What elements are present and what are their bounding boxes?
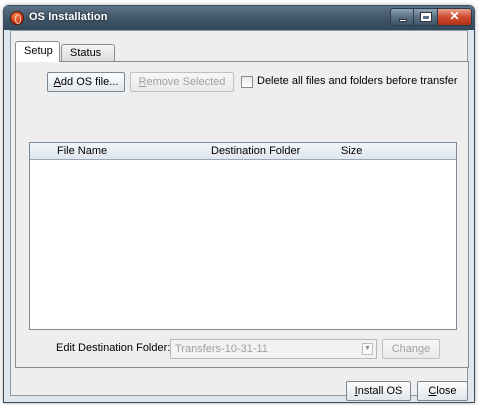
- maximize-icon: [420, 12, 432, 22]
- window-title: OS Installation: [29, 11, 108, 23]
- table-header: File Name Destination Folder Size: [30, 143, 456, 160]
- close-button[interactable]: Close: [417, 381, 468, 401]
- delete-all-checkbox-label: Delete all files and folders before tran…: [257, 75, 458, 87]
- add-os-file-mnemonic: A: [53, 76, 61, 88]
- remove-selected-label: emove Selected: [146, 76, 226, 88]
- destination-folder-combobox[interactable]: Transfers-10-31-11 ▼: [170, 339, 377, 359]
- tab-status-label: Status: [70, 47, 102, 59]
- destination-folder-value: Transfers-10-31-11: [175, 343, 268, 355]
- add-os-file-button[interactable]: Add OS file...: [47, 72, 125, 92]
- chevron-down-icon[interactable]: ▼: [362, 343, 373, 355]
- close-label: lose: [436, 385, 457, 397]
- column-header-size[interactable]: Size: [341, 145, 362, 157]
- column-header-file-name[interactable]: File Name: [57, 145, 107, 157]
- setup-panel: Add OS file... Remove Selected Delete al…: [15, 61, 469, 368]
- install-os-label: nstall OS: [357, 385, 403, 397]
- minimize-icon: [399, 19, 407, 22]
- change-button-label: Change: [391, 343, 431, 355]
- dialog-body: Setup Status Add OS file... Remove Selec…: [10, 30, 469, 401]
- tab-setup[interactable]: Setup: [15, 41, 60, 62]
- add-os-file-label: dd OS file...: [60, 76, 119, 88]
- install-os-button[interactable]: Install OS: [346, 381, 411, 401]
- delete-all-checkbox[interactable]: [241, 76, 253, 88]
- os-installation-window: OS Installation ✕ Setup Status Add OS fi…: [3, 5, 475, 403]
- minimize-button[interactable]: [390, 8, 414, 26]
- close-window-button[interactable]: ✕: [438, 8, 472, 26]
- column-header-destination-folder[interactable]: Destination Folder: [211, 145, 300, 157]
- tab-setup-label: Setup: [24, 45, 53, 57]
- edit-destination-folder-label: Edit Destination Folder:: [56, 342, 171, 354]
- close-icon: ✕: [449, 9, 460, 23]
- maximize-button[interactable]: [414, 8, 438, 26]
- tab-status[interactable]: Status: [61, 44, 115, 61]
- remove-selected-button[interactable]: Remove Selected: [130, 72, 234, 92]
- os-files-table[interactable]: File Name Destination Folder Size: [29, 142, 457, 330]
- remove-selected-mnemonic: R: [138, 76, 147, 88]
- app-logo-icon: [10, 11, 24, 25]
- change-button[interactable]: Change: [382, 339, 440, 359]
- title-bar[interactable]: OS Installation ✕: [4, 6, 474, 30]
